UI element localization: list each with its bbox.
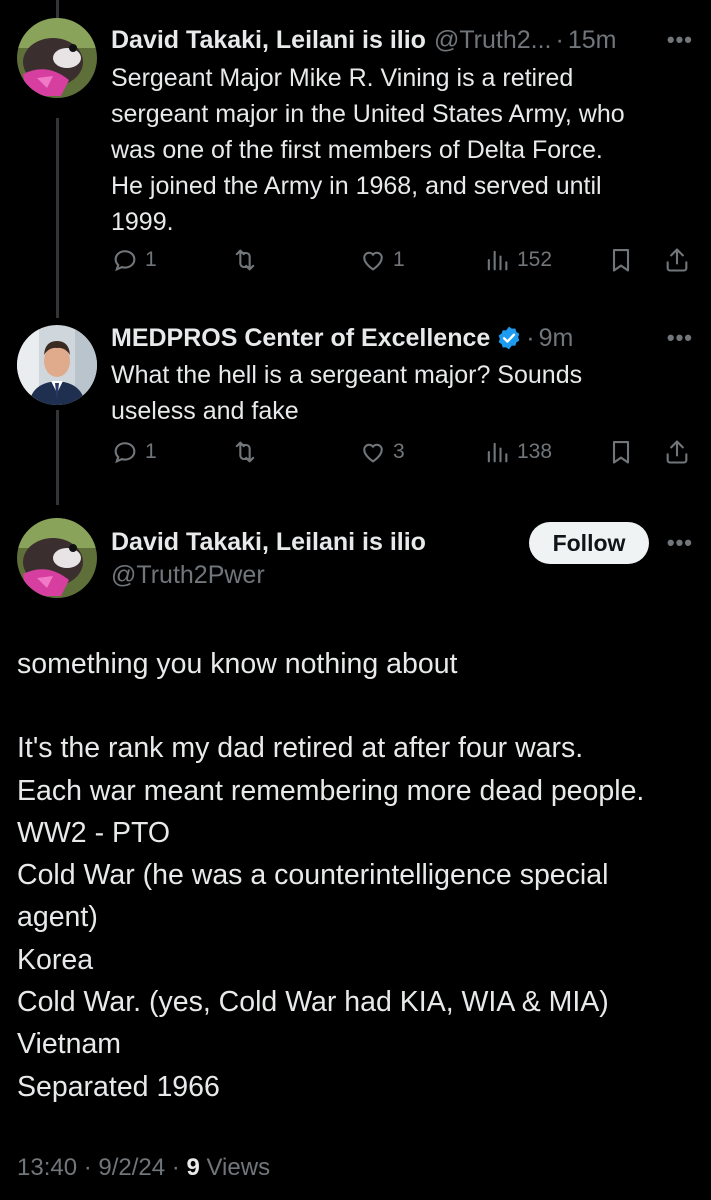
reply-button[interactable]: 1	[111, 438, 157, 466]
repost-button[interactable]	[231, 438, 265, 466]
tweet-text-line: Sergeant Major Mike R. Vining is a retir…	[111, 64, 574, 92]
tweet-text-line: It's the rank my dad retired at after fo…	[17, 732, 584, 765]
bookmark-icon	[612, 249, 630, 272]
main-tweet-text: something you know nothing about It's th…	[17, 643, 697, 1108]
tweet-text-line: useless and fake	[111, 397, 299, 425]
repost-icon	[235, 249, 255, 271]
tweet-header: David Takaki, Leilani is ilio @Truth2...…	[111, 25, 616, 55]
reply-button[interactable]: 1	[111, 246, 157, 274]
tweet-text-line	[17, 685, 697, 727]
thread-line-2	[56, 410, 59, 505]
tweet-actions: 1 3 138	[111, 438, 696, 474]
thread-line-1	[56, 118, 59, 318]
share-button[interactable]	[663, 438, 691, 466]
reply-icon	[114, 442, 136, 464]
tweet-text: Sergeant Major Mike R. Vining is a retir…	[111, 60, 681, 240]
bookmark-button[interactable]	[607, 246, 635, 274]
more-icon[interactable]: •••	[667, 29, 693, 51]
tweet-text-line: Each war meant remembering more dead peo…	[17, 774, 645, 807]
more-icon[interactable]: •••	[667, 532, 693, 554]
like-button[interactable]: 3	[359, 438, 405, 466]
tweet-text: What the hell is a sergeant major? Sound…	[111, 357, 681, 429]
tweet-text-line: was one of the first members of Delta Fo…	[111, 136, 603, 164]
tweet-timestamp[interactable]: 13:40 · 9/2/24 ·	[17, 1154, 180, 1181]
views-icon	[487, 442, 508, 463]
separator-dot: ·	[526, 324, 535, 352]
share-button[interactable]	[663, 246, 691, 274]
reply-icon	[114, 250, 136, 272]
reply-count: 1	[145, 248, 157, 271]
repost-icon	[235, 441, 255, 463]
tweet-text-line: WW2 - PTO	[17, 816, 171, 849]
tweet-text-line: sergeant major in the United States Army…	[111, 100, 625, 128]
avatar[interactable]	[17, 18, 97, 98]
views-icon	[487, 250, 508, 271]
bookmark-icon	[612, 441, 630, 464]
tweet-meta: 13:40 · 9/2/24 · 9 Views	[17, 1152, 270, 1184]
tweet-text-line: Vietnam	[17, 1028, 122, 1061]
tweet-time[interactable]: 15m	[568, 25, 617, 55]
views-button[interactable]: 138	[483, 438, 552, 466]
share-icon	[666, 440, 688, 464]
like-count: 3	[393, 440, 405, 463]
author-name[interactable]: MEDPROS Center of Excellence	[111, 323, 490, 353]
share-icon	[666, 248, 688, 272]
author-name[interactable]: David Takaki, Leilani is ilio	[111, 527, 426, 557]
separator-dot: ·	[555, 26, 564, 54]
more-icon[interactable]: •••	[667, 327, 693, 349]
heart-icon	[363, 443, 383, 463]
author-handle[interactable]: @Truth2Pwer	[111, 560, 265, 590]
author-name[interactable]: David Takaki, Leilani is ilio	[111, 25, 426, 55]
author-handle[interactable]: @Truth2...	[434, 25, 552, 55]
tweet-text-line: 1999.	[111, 208, 174, 236]
views-label: Views	[206, 1154, 271, 1181]
tweet-text-line: something you know nothing about	[17, 648, 458, 680]
tweet-text-line: Cold War. (yes, Cold War had KIA, WIA & …	[17, 986, 609, 1019]
tweet-actions: 1 1 152	[111, 246, 696, 282]
tweet-text-line: Korea	[17, 943, 94, 976]
tweet-text-line: He joined the Army in 1968, and served u…	[111, 172, 602, 200]
follow-button[interactable]: Follow	[529, 522, 649, 564]
bookmark-button[interactable]	[607, 438, 635, 466]
heart-icon	[363, 251, 383, 271]
like-button[interactable]: 1	[359, 246, 405, 274]
reply-count: 1	[145, 440, 157, 463]
tweet-time[interactable]: 9m	[539, 323, 574, 353]
tweet-text-line: Separated 1966	[17, 1070, 220, 1103]
tweet-header: MEDPROS Center of Excellence · 9m	[111, 323, 573, 353]
tweet-text-line: What the hell is a sergeant major? Sound…	[111, 361, 583, 389]
verified-badge-icon	[496, 325, 522, 351]
like-count: 1	[393, 248, 405, 271]
avatar[interactable]	[17, 518, 97, 598]
avatar[interactable]	[17, 325, 97, 405]
repost-button[interactable]	[231, 246, 265, 274]
thread-line-top	[56, 0, 59, 18]
tweet-text-line: Cold War (he was a counterintelligence s…	[17, 859, 609, 892]
views-count: 9	[186, 1154, 200, 1181]
views-count: 138	[517, 440, 553, 463]
views-count: 152	[517, 248, 553, 271]
tweet-text-line: agent)	[17, 901, 98, 934]
views-button[interactable]: 152	[483, 246, 552, 274]
